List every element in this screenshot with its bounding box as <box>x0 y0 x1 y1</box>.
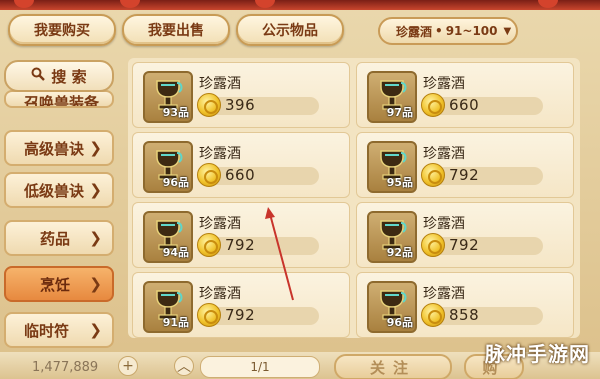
search-button[interactable]: 搜 索 <box>4 60 114 92</box>
search-label: 搜 索 <box>51 67 87 86</box>
listing-card[interactable]: 94品 珍露酒 792 <box>132 202 350 268</box>
wine-vessel-icon: 91品 <box>143 281 193 333</box>
coin-icon <box>421 303 445 327</box>
page-number: 1/1 <box>250 360 270 374</box>
sidebar-item-advanced-skill-book[interactable]: 高级兽诀 ❯ <box>4 130 114 166</box>
grade-label: 92品 <box>386 246 413 259</box>
chevron-right-icon: ❯ <box>89 229 102 247</box>
money-balance: 1,477,889 <box>32 360 99 375</box>
filter-item-name: 珍露酒 <box>396 24 433 39</box>
sidebar-item-label: 高级兽诀 <box>24 139 85 158</box>
grade-label: 95品 <box>386 176 413 189</box>
wine-vessel-icon: 97品 <box>367 71 417 123</box>
item-filter-dropdown[interactable]: 珍露酒 • 91~100 ▼ <box>378 17 518 45</box>
chevron-right-icon: ❯ <box>89 181 102 199</box>
item-name: 珍露酒 <box>199 286 241 302</box>
listing-card[interactable]: 95品 珍露酒 792 <box>356 132 574 198</box>
listing-card[interactable]: 96品 珍露酒 660 <box>132 132 350 198</box>
item-name: 珍露酒 <box>423 216 465 232</box>
listing-card[interactable]: 97品 珍露酒 660 <box>356 62 574 128</box>
follow-label: 关注 <box>369 358 416 377</box>
chevron-right-icon: ❯ <box>89 275 102 293</box>
follow-button[interactable]: 关注 <box>334 354 452 379</box>
coin-icon <box>197 303 221 327</box>
grade-label: 93品 <box>162 106 189 119</box>
category-sidebar: 召唤兽装备 搜 索 高级兽诀 ❯ 低级兽诀 ❯ 药品 ❯ 烹饪 ❯ 临时符 ❯ <box>0 56 120 348</box>
tab-public-items[interactable]: 公示物品 <box>236 14 344 46</box>
page-indicator: 1/1 <box>200 356 320 378</box>
chevron-right-icon: ❯ <box>89 321 102 339</box>
top-decoration <box>0 0 600 10</box>
wine-vessel-icon: 96品 <box>367 281 417 333</box>
coin-icon <box>197 93 221 117</box>
sidebar-item-summon-equipment[interactable]: 召唤兽装备 <box>4 90 114 108</box>
item-price: 396 <box>225 96 256 114</box>
grade-label: 97品 <box>386 106 413 119</box>
grade-label: 94品 <box>162 246 189 259</box>
listing-card[interactable]: 93品 珍露酒 396 <box>132 62 350 128</box>
item-price: 792 <box>449 166 480 184</box>
item-name: 珍露酒 <box>423 76 465 92</box>
sidebar-item-label: 临时符 <box>24 321 70 340</box>
tab-buy[interactable]: 我要购买 <box>8 14 116 46</box>
filter-range: 91~100 <box>445 24 498 38</box>
sidebar-item-label: 药品 <box>40 229 71 248</box>
grade-label: 96品 <box>162 176 189 189</box>
grade-label: 96品 <box>386 316 413 329</box>
wine-vessel-icon: 95品 <box>367 141 417 193</box>
sidebar-item-label: 召唤兽装备 <box>24 94 100 108</box>
coin-icon <box>197 233 221 257</box>
listing-grid: 93品 珍露酒 396 97品 珍露酒 660 96品 珍露酒 660 95品 … <box>128 58 580 338</box>
grade-label: 91品 <box>162 316 189 329</box>
item-price: 858 <box>449 306 480 324</box>
chevron-right-icon: ❯ <box>89 139 102 157</box>
trade-window: 我要购买 我要出售 公示物品 珍露酒 • 91~100 ▼ 召唤兽装备 搜 索 … <box>0 0 600 379</box>
coin-icon <box>421 233 445 257</box>
wine-vessel-icon: 94品 <box>143 211 193 263</box>
watermark-text: 脉冲手游网 <box>485 342 590 366</box>
listing-card[interactable]: 92品 珍露酒 792 <box>356 202 574 268</box>
item-price: 660 <box>225 166 256 184</box>
search-icon <box>31 67 46 85</box>
add-money-button[interactable]: + <box>118 356 138 376</box>
item-price: 792 <box>449 236 480 254</box>
wine-vessel-icon: 92品 <box>367 211 417 263</box>
item-price: 792 <box>225 306 256 324</box>
sidebar-item-label: 低级兽诀 <box>24 181 85 200</box>
coin-icon <box>421 163 445 187</box>
filter-separator: • <box>435 24 443 38</box>
listing-card[interactable]: 91品 珍露酒 792 <box>132 272 350 338</box>
item-name: 珍露酒 <box>199 146 241 162</box>
sidebar-item-label: 烹饪 <box>40 275 71 294</box>
item-price: 792 <box>225 236 256 254</box>
coin-icon <box>421 93 445 117</box>
item-name: 珍露酒 <box>199 216 241 232</box>
wine-vessel-icon: 96品 <box>143 141 193 193</box>
tab-sell[interactable]: 我要出售 <box>122 14 230 46</box>
listing-card[interactable]: 96品 珍露酒 858 <box>356 272 574 338</box>
item-price: 660 <box>449 96 480 114</box>
item-name: 珍露酒 <box>423 146 465 162</box>
coin-icon <box>197 163 221 187</box>
chevron-down-icon: ▼ <box>503 25 512 37</box>
wine-vessel-icon: 93品 <box>143 71 193 123</box>
item-name: 珍露酒 <box>423 286 465 302</box>
item-name: 珍露酒 <box>199 76 241 92</box>
sidebar-item-cooking[interactable]: 烹饪 ❯ <box>4 266 114 302</box>
chevron-up-icon[interactable]: ︿ <box>174 356 194 376</box>
sidebar-item-medicine[interactable]: 药品 ❯ <box>4 220 114 256</box>
sidebar-item-temporary-charm[interactable]: 临时符 ❯ <box>4 312 114 348</box>
sidebar-item-basic-skill-book[interactable]: 低级兽诀 ❯ <box>4 172 114 208</box>
